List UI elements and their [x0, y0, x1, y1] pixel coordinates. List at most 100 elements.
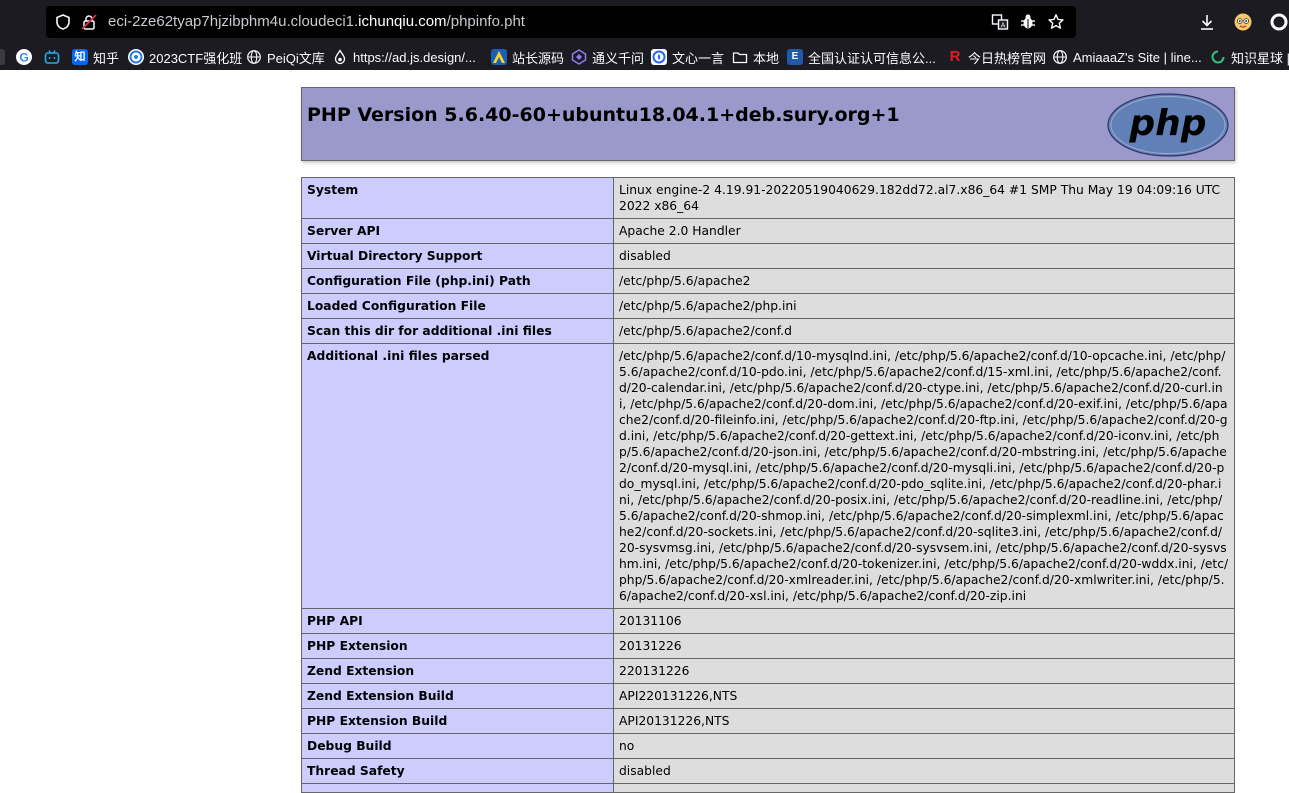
bookmark-rebang[interactable]: R 今日热榜官网	[947, 48, 1046, 66]
globe-icon	[1053, 50, 1067, 64]
bookmark-bilibili[interactable]	[44, 48, 65, 66]
svg-text:G: G	[19, 51, 28, 65]
directive-value: 20131226	[613, 633, 1235, 659]
table-row: Virtual Directory Support disabled	[301, 243, 1235, 269]
bookmark-label: 本地	[753, 50, 780, 66]
bilibili-icon	[44, 50, 60, 64]
directive-name: Server API	[301, 218, 614, 244]
url-prefix: eci-2ze62tyap7hjzibphm4u.cloudeci1.	[108, 13, 359, 30]
table-row: PHP Extension Build API20131226,NTS	[301, 708, 1235, 734]
bookmark-label: https://ad.js.design/...	[353, 49, 476, 65]
table-row: Server API Apache 2.0 Handler	[301, 218, 1235, 244]
downloads-icon[interactable]	[1197, 12, 1217, 32]
cert-icon: E	[787, 49, 803, 65]
table-row: PHP API 20131106	[301, 608, 1235, 634]
bookmark-zsxq[interactable]: 知识星球 |	[1210, 48, 1289, 66]
directive-value: API20131226,NTS	[613, 708, 1235, 734]
directive-name: System	[301, 177, 614, 219]
directive-name: Virtual Directory Support	[301, 243, 614, 269]
directive-name: PHP API	[301, 608, 614, 634]
bookmark-partial[interactable]	[0, 48, 10, 66]
bookmark-zhanzhang[interactable]: 站长源码	[491, 48, 564, 66]
rebang-icon: R	[949, 48, 961, 65]
table-row: System Linux engine-2 4.19.91-20220519040…	[301, 177, 1235, 219]
extension-circle-icon[interactable]	[1269, 12, 1289, 32]
directive-name: Zend Extension	[301, 658, 614, 684]
table-row: Loaded Configuration File/etc/php/5.6/ap…	[301, 293, 1235, 319]
directive-name: Configuration File (php.ini) Path	[301, 268, 614, 294]
directive-name: Loaded Configuration File	[301, 293, 614, 319]
directive-value: Linux engine-2 4.19.91-20220519040629.18…	[613, 177, 1235, 219]
directive-value: /etc/php/5.6/apache2/conf.d	[613, 318, 1235, 344]
table-row: Additional .ini files parsed/etc/php/5.6…	[301, 343, 1235, 609]
bookmark-2023ctf[interactable]: 2023CTF强化班	[128, 48, 242, 66]
table-row: Thread Safety disabled	[301, 758, 1235, 784]
directive-name: PHP Extension	[301, 633, 614, 659]
bookmark-amiaaaz[interactable]: AmiaaaZ's Site | line...	[1052, 48, 1202, 66]
directive-value: no	[613, 733, 1235, 759]
bookmark-star-icon[interactable]	[1047, 13, 1065, 31]
directive-value: 20131106	[613, 608, 1235, 634]
svg-text:A: A	[1001, 22, 1006, 30]
bookmark-label: 文心一言	[672, 50, 725, 66]
jsdesign-icon	[334, 49, 346, 65]
bookmark-cert[interactable]: E 全国认证认可信息公...	[787, 48, 936, 66]
directive-value	[613, 783, 1235, 793]
directive-value: /etc/php/5.6/apache2	[613, 268, 1235, 294]
bookmark-label: 全国认证认可信息公...	[808, 50, 936, 66]
directive-name: Zend Extension Build	[301, 683, 614, 709]
translate-icon[interactable]: A	[991, 13, 1009, 31]
bookmark-wenxin[interactable]: 文心一言	[651, 48, 724, 66]
php-logo-text: php	[1128, 103, 1206, 144]
bookmark-label: 站长源码	[512, 50, 565, 66]
bookmark-label: AmiaaaZ's Site | line...	[1073, 49, 1202, 65]
bookmark-local-folder[interactable]: 本地	[732, 48, 779, 66]
directive-value: Apache 2.0 Handler	[613, 218, 1235, 244]
bookmark-peiqi[interactable]: PeiQi文库	[246, 48, 325, 66]
url-text[interactable]: eci-2ze62tyap7hjzibphm4u.cloudeci1.ichun…	[108, 13, 525, 30]
profile-avatar-icon[interactable]	[1233, 12, 1253, 32]
php-version-header: PHP Version 5.6.40-60+ubuntu18.04.1+deb.…	[301, 87, 1235, 161]
shield-icon[interactable]	[54, 13, 72, 31]
table-row	[301, 783, 1235, 793]
bookmark-jsdesign[interactable]: https://ad.js.design/...	[332, 48, 476, 66]
insecure-lock-icon[interactable]	[80, 13, 98, 31]
zhihu-icon: 知	[72, 49, 88, 65]
bookmark-zhihu[interactable]: 知 知乎	[72, 48, 119, 66]
table-row: PHP Extension 20131226	[301, 633, 1235, 659]
bug-extension-icon[interactable]	[1019, 13, 1037, 31]
site-icon	[491, 49, 507, 65]
directive-value: 220131226	[613, 658, 1235, 684]
table-row: Zend Extension 220131226	[301, 658, 1235, 684]
bookmark-label: 通义千问	[592, 50, 645, 66]
google-icon: G	[16, 49, 32, 65]
directive-value: disabled	[613, 758, 1235, 784]
bookmark-partial-icon	[0, 49, 5, 65]
address-bar[interactable]: eci-2ze62tyap7hjzibphm4u.cloudeci1.ichun…	[46, 6, 1076, 38]
directive-value: /etc/php/5.6/apache2/php.ini	[613, 293, 1235, 319]
browser-toolbar: eci-2ze62tyap7hjzibphm4u.cloudeci1.ichun…	[0, 0, 1289, 44]
bookmark-label: 今日热榜官网	[968, 50, 1047, 66]
folder-icon	[732, 52, 748, 64]
directive-name: Debug Build	[301, 733, 614, 759]
course-icon	[128, 49, 144, 65]
bookmarks-toolbar: G 知 知乎 2023CTF强化班 PeiQi文库 https://ad.js.…	[0, 44, 1289, 70]
url-path: /phpinfo.pht	[446, 13, 525, 30]
wenxin-icon	[651, 49, 667, 65]
bookmark-label: 知乎	[93, 50, 120, 66]
php-info-table: System Linux engine-2 4.19.91-20220519040…	[301, 177, 1235, 793]
bookmark-google[interactable]: G	[16, 48, 37, 66]
zsxq-icon	[1211, 50, 1225, 64]
bookmark-tongyi[interactable]: 通义千问	[571, 48, 644, 66]
directive-name: Thread Safety	[301, 758, 614, 784]
directive-value: disabled	[613, 243, 1235, 269]
php-version-title: PHP Version 5.6.40-60+ubuntu18.04.1+deb.…	[307, 104, 900, 126]
directive-name	[301, 783, 614, 793]
directive-name: Scan this dir for additional .ini files	[301, 318, 614, 344]
bookmark-label: 2023CTF强化班	[149, 50, 243, 66]
php-logo[interactable]: php	[1107, 93, 1229, 157]
tongyi-icon	[571, 49, 587, 65]
table-row: Scan this dir for additional .ini files /…	[301, 318, 1235, 344]
table-row: Debug Build no	[301, 733, 1235, 759]
bookmark-label: 知识星球 |	[1231, 50, 1289, 66]
